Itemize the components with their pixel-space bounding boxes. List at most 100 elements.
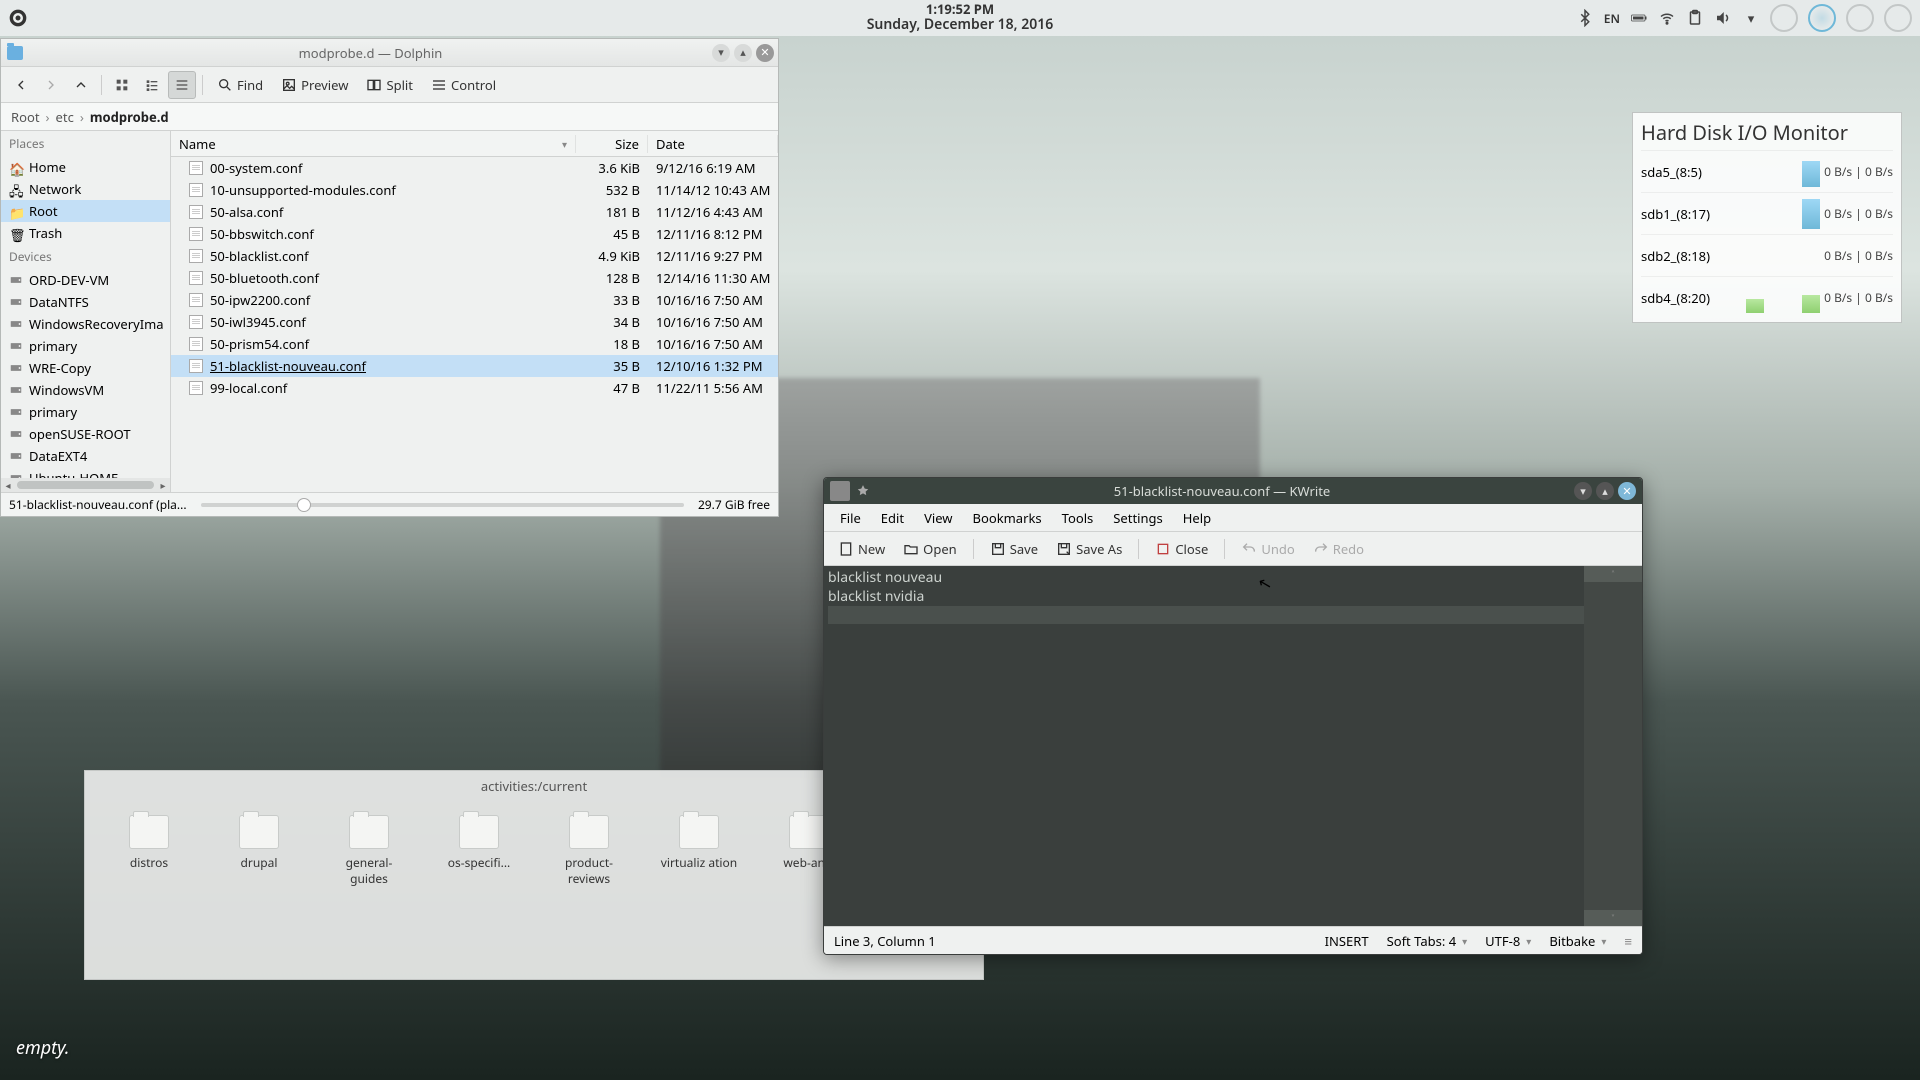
drive-icon [9,383,23,397]
folder-item[interactable]: product-reviews [549,815,629,886]
places-item[interactable]: 📁Root [1,200,170,222]
column-size-header[interactable]: Size [576,135,648,153]
places-item[interactable]: 🗑Trash [1,222,170,244]
activity-4[interactable] [1884,4,1912,32]
file-row[interactable]: 00-system.conf3.6 KiB9/12/16 6:19 AM [171,157,778,179]
open-button[interactable]: Open [895,536,965,562]
kwrite-maximize-button[interactable]: ▴ [1596,482,1614,500]
device-item[interactable]: primary [1,335,170,357]
battery-icon[interactable] [1630,9,1648,27]
device-item[interactable]: openSUSE-ROOT [1,423,170,445]
details-view-button[interactable] [168,71,196,99]
drive-icon [9,405,23,419]
clipboard-icon[interactable] [1686,9,1704,27]
folder-item[interactable]: drupal [219,815,299,886]
new-button[interactable]: New [830,536,893,562]
folder-item[interactable]: virtualiz ation [659,815,739,886]
minimize-button[interactable]: ▾ [712,44,730,62]
preview-button[interactable]: Preview [273,72,356,98]
undo-button[interactable]: Undo [1233,536,1302,562]
activity-3[interactable] [1846,4,1874,32]
activity-2[interactable] [1808,4,1836,32]
breadcrumb-etc[interactable]: etc [56,108,74,126]
column-name-header[interactable]: Name ▾ [171,135,576,153]
file-row[interactable]: 50-prism54.conf18 B10/16/16 7:50 AM [171,333,778,355]
menu-bookmarks[interactable]: Bookmarks [963,505,1052,531]
compact-view-button[interactable] [138,71,166,99]
scroll-up-icon[interactable]: ˄ [1584,566,1642,582]
folder-item[interactable]: general-guides [329,815,409,886]
device-item[interactable]: WindowsRecoveryIma [1,313,170,335]
kwrite-minimize-button[interactable]: ▾ [1574,482,1592,500]
device-item[interactable]: WindowsVM [1,379,170,401]
drive-icon [9,317,23,331]
file-row[interactable]: 50-blacklist.conf4.9 KiB12/11/16 9:27 PM [171,245,778,267]
keyboard-layout[interactable]: EN [1604,10,1620,27]
save-button[interactable]: Save [982,536,1046,562]
dolphin-titlebar[interactable]: modprobe.d — Dolphin ▾ ▴ ✕ [1,39,778,67]
kwrite-close-button[interactable]: ✕ [1618,482,1636,500]
zoom-slider[interactable] [195,503,690,507]
edit-mode[interactable]: INSERT [1325,932,1369,950]
menu-file[interactable]: File [830,505,871,531]
scroll-down-icon[interactable]: ˅ [1584,910,1642,926]
close-doc-button[interactable]: Close [1147,536,1216,562]
menu-edit[interactable]: Edit [871,505,914,531]
syntax-mode[interactable]: Bitbake [1549,932,1606,950]
menu-view[interactable]: View [914,505,962,531]
app-launcher-button[interactable] [0,0,36,36]
menu-tools[interactable]: Tools [1052,505,1104,531]
file-icon [189,293,203,307]
menu-help[interactable]: Help [1173,505,1221,531]
folder-item[interactable]: distros [109,815,189,886]
save-as-button[interactable]: Save As [1048,536,1130,562]
file-row[interactable]: 50-alsa.conf181 B11/12/16 4:43 AM [171,201,778,223]
close-button[interactable]: ✕ [756,44,774,62]
device-item[interactable]: DataEXT4 [1,445,170,467]
split-button[interactable]: Split [358,72,421,98]
breadcrumb-root[interactable]: Root [11,108,40,126]
breadcrumb-current[interactable]: modprobe.d [90,108,169,126]
redo-button[interactable]: Redo [1305,536,1372,562]
activity-1[interactable] [1770,4,1798,32]
file-name: 50-iwl3945.conf [208,313,576,331]
sidebar-scrollbar[interactable]: ◂▸ [1,478,170,492]
maximize-button[interactable]: ▴ [734,44,752,62]
device-label: WindowsVM [29,381,104,399]
file-row[interactable]: 10-unsupported-modules.conf532 B11/14/12… [171,179,778,201]
file-row[interactable]: 50-bluetooth.conf128 B12/14/16 11:30 AM [171,267,778,289]
minimap[interactable]: ˄ ˅ [1584,566,1642,926]
file-row[interactable]: 51-blacklist-nouveau.conf35 B12/10/16 1:… [171,355,778,377]
line-wrap-icon[interactable]: ≡ [1624,932,1632,950]
back-button[interactable] [7,71,35,99]
menu-settings[interactable]: Settings [1103,505,1172,531]
file-row[interactable]: 50-iwl3945.conf34 B10/16/16 7:50 AM [171,311,778,333]
device-item[interactable]: DataNTFS [1,291,170,313]
device-item[interactable]: WRE-Copy [1,357,170,379]
device-item[interactable]: primary [1,401,170,423]
forward-button[interactable] [37,71,65,99]
tray-expand-icon[interactable]: ▾ [1742,9,1760,27]
places-item[interactable]: 🖧Network [1,178,170,200]
find-button[interactable]: Find [209,72,271,98]
places-item[interactable]: 🏠Home [1,156,170,178]
up-button[interactable] [67,71,95,99]
tab-mode[interactable]: Soft Tabs: 4 [1387,932,1468,950]
editor-area[interactable]: blacklist nouveaublacklist nvidia ˄ ˅ [824,566,1642,926]
kwrite-titlebar[interactable]: 51-blacklist-nouveau.conf — KWrite ▾ ▴ ✕ [824,478,1642,504]
column-date-header[interactable]: Date [648,135,778,153]
file-row[interactable]: 99-local.conf47 B11/22/11 5:56 AM [171,377,778,399]
folder-item[interactable]: os-specifi... [439,815,519,886]
clock[interactable]: 1:19:52 PM Sunday, December 18, 2016 [867,2,1054,34]
bluetooth-icon[interactable] [1576,9,1594,27]
device-item[interactable]: ORD-DEV-VM [1,269,170,291]
encoding[interactable]: UTF-8 [1485,932,1531,950]
icons-view-button[interactable] [108,71,136,99]
volume-icon[interactable] [1714,9,1732,27]
control-button[interactable]: Control [423,72,504,98]
pin-icon[interactable] [856,484,870,498]
file-row[interactable]: 50-ipw2200.conf33 B10/16/16 7:50 AM [171,289,778,311]
opensuse-icon [8,8,28,28]
wifi-icon[interactable] [1658,9,1676,27]
file-row[interactable]: 50-bbswitch.conf45 B12/11/16 8:12 PM [171,223,778,245]
